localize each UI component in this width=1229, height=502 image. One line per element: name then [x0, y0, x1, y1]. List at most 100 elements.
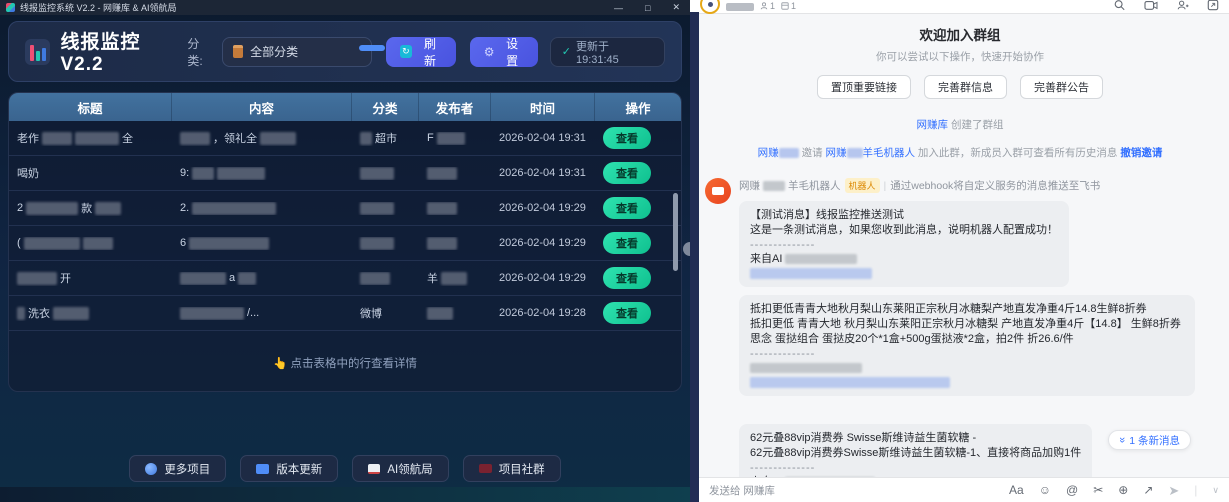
welcome-action-button[interactable]: 置顶重要链接: [817, 75, 911, 99]
redacted-text: [17, 307, 25, 320]
table-row[interactable]: 喝奶9:2026-02-04 19:31查看: [9, 156, 681, 191]
view-button[interactable]: 查看: [603, 162, 651, 184]
welcome-action-button[interactable]: 完善群公告: [1020, 75, 1103, 99]
message-bubble[interactable]: 【测试消息】线报监控推送测试这是一条测试消息，如果您收到此消息，说明机器人配置成…: [739, 201, 1069, 287]
cell-time: 2026-02-04 19:28: [491, 307, 595, 319]
text-fragment: 羊: [427, 270, 438, 286]
video-call-icon[interactable]: [1144, 0, 1158, 11]
table-row[interactable]: 开a羊2026-02-04 19:29查看: [9, 261, 681, 296]
expand-icon[interactable]: ↗: [1143, 484, 1153, 496]
minimize-button[interactable]: —: [614, 3, 623, 13]
welcome-action-button[interactable]: 完善群信息: [924, 75, 1007, 99]
redacted-text: [427, 307, 453, 320]
cell-title: 老作全: [9, 130, 172, 146]
new-messages-badge[interactable]: » 1 条新消息: [1108, 430, 1191, 450]
view-button[interactable]: 查看: [603, 232, 651, 254]
chart-logo-icon: [25, 39, 50, 65]
text-fragment: 网赚: [826, 147, 847, 159]
message-line: --------------: [750, 347, 1184, 361]
attach-icon[interactable]: ⊕: [1118, 484, 1128, 496]
table-row[interactable]: 2款2.2026-02-04 19:29查看: [9, 191, 681, 226]
cell-category: [352, 167, 419, 180]
cell-time: 2026-02-04 19:29: [491, 272, 595, 284]
group-avatar[interactable]: [700, 0, 720, 14]
tab-count-value: 1: [791, 1, 796, 11]
message-input-area[interactable]: 发送给 网赚库 Aa☺@✂⊕↗➤|∨: [699, 477, 1229, 502]
open-in-window-icon[interactable]: [1207, 0, 1219, 11]
redacted-text: [785, 254, 857, 264]
cell-publisher: [419, 237, 491, 250]
category-select[interactable]: 全部分类: [222, 37, 371, 67]
table-row[interactable]: (62026-02-04 19:29查看: [9, 226, 681, 261]
send-icon[interactable]: ➤: [1168, 484, 1179, 497]
text-fragment: 款: [81, 200, 92, 216]
message-bubble[interactable]: 62元叠88vip消费券 Swisse斯维诗益生菌软糖 -62元叠88vip消费…: [739, 424, 1092, 477]
view-button[interactable]: 查看: [603, 197, 651, 219]
redacted-text: [763, 181, 785, 191]
footer-button-globe[interactable]: 更多项目: [129, 455, 226, 482]
person-icon: [760, 2, 768, 10]
emoji-icon[interactable]: ☺: [1039, 484, 1051, 496]
close-button[interactable]: ✕: [672, 2, 680, 13]
globe-icon: [145, 463, 157, 475]
cell-publisher: F: [419, 132, 491, 145]
window-titlebar: 线报监控系统 V2.2 - 网赚库 & AI领航局 — □ ✕: [0, 0, 690, 15]
search-icon[interactable]: [1113, 0, 1126, 11]
redacted-text: [360, 237, 394, 250]
column-header: 分类: [352, 93, 419, 121]
add-member-icon[interactable]: [1176, 0, 1189, 11]
screen: 线报监控系统 V2.2 - 网赚库 & AI领航局 — □ ✕ 线报监控 V2.…: [0, 0, 1229, 502]
tab-count[interactable]: 1: [781, 1, 796, 11]
cell-action: 查看: [595, 232, 681, 254]
redacted-text: [180, 132, 210, 145]
message-bubble[interactable]: 抵扣更低青青大地秋月梨山东莱阳正宗秋月冰糖梨产地直发净重4斤14.8生鲜8折券抵…: [739, 295, 1195, 396]
table-row[interactable]: 洗衣/...微博2026-02-04 19:28查看: [9, 296, 681, 331]
footer-button-version[interactable]: 版本更新: [240, 455, 338, 482]
cell-category: 超市: [352, 130, 419, 146]
welcome-buttons: 置顶重要链接完善群信息完善群公告: [705, 75, 1215, 99]
view-button[interactable]: 查看: [603, 267, 651, 289]
creator-link[interactable]: 网赚库: [917, 119, 949, 131]
refresh-icon: ↻: [400, 45, 413, 58]
cell-publisher: 羊: [419, 270, 491, 286]
refresh-button[interactable]: ↻ 刷新: [386, 37, 456, 67]
view-button[interactable]: 查看: [603, 127, 651, 149]
redacted-text: [750, 363, 862, 373]
maximize-button[interactable]: □: [645, 3, 650, 13]
redacted-text: [437, 132, 465, 145]
redacted-text: [75, 132, 119, 145]
footer-button-robot[interactable]: AI领航局: [352, 455, 448, 482]
message-line: --------------: [750, 461, 1081, 475]
message-line: 这是一条测试消息，如果您收到此消息，说明机器人配置成功！: [750, 223, 1058, 238]
message-line: [750, 375, 1184, 389]
footer-button-label: 更多项目: [164, 461, 210, 477]
group-created-line: 网赚库 创建了群组: [705, 117, 1215, 132]
cell-action: 查看: [595, 162, 681, 184]
version-icon: [256, 464, 269, 474]
screenshot-icon[interactable]: ✂: [1093, 484, 1103, 496]
table-scrollbar[interactable]: [673, 193, 678, 271]
redacted-text: [192, 167, 214, 180]
member-count[interactable]: 1: [760, 1, 775, 11]
mention-icon[interactable]: @: [1066, 484, 1078, 496]
refresh-button-label: 刷新: [418, 35, 441, 69]
new-messages-text: 1 条新消息: [1129, 433, 1180, 448]
settings-button[interactable]: ⚙ 设置: [470, 37, 538, 67]
bottom-strip: [0, 487, 690, 502]
send-options-caret-icon[interactable]: ∨: [1212, 486, 1219, 495]
text-fragment: 微博: [360, 305, 382, 321]
view-button[interactable]: 查看: [603, 302, 651, 324]
community-icon: [479, 464, 492, 473]
redacted-text: [95, 202, 121, 215]
footer-button-community[interactable]: 项目社群: [463, 455, 561, 482]
message-line: [750, 361, 1184, 375]
bot-avatar[interactable]: [705, 178, 731, 204]
cell-title: 开: [9, 270, 172, 286]
format-icon[interactable]: Aa: [1009, 484, 1024, 496]
redacted-text: [750, 268, 872, 279]
chat-header: 1 1: [690, 0, 1229, 14]
table-row[interactable]: 老作全，领礼全超市F2026-02-04 19:31查看: [9, 121, 681, 156]
column-header: 操作: [595, 93, 681, 121]
text-fragment: 2.: [180, 202, 189, 214]
text-fragment: --------------: [750, 461, 815, 475]
